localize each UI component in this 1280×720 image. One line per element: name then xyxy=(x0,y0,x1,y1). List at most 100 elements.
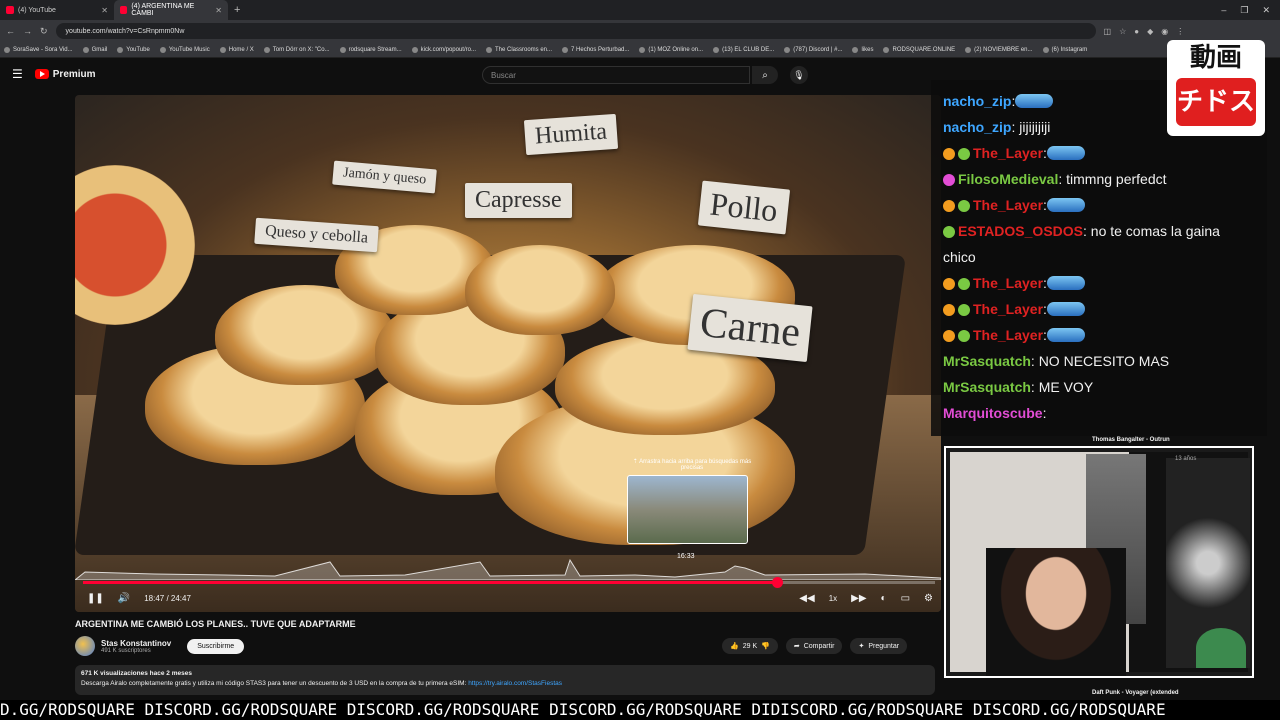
volume-icon[interactable]: 🔊 xyxy=(118,593,130,604)
bookmark-item[interactable]: Home / X xyxy=(219,46,254,53)
extension-icon[interactable]: ◫ xyxy=(1104,27,1112,36)
seek-preview-hint: ⇡ Arrastra hacia arriba para búsquedas m… xyxy=(632,459,752,471)
channel-name[interactable]: Stas Konstantinov xyxy=(101,639,171,648)
progress-bar[interactable] xyxy=(83,577,935,588)
bookmark-favicon-icon xyxy=(263,46,270,53)
description-box[interactable]: 671 K visualizaciones hace 2 meses Desca… xyxy=(75,665,935,695)
new-tab-button[interactable]: + xyxy=(228,4,246,16)
kebab-menu-icon[interactable]: ⋮ xyxy=(1176,27,1184,36)
bookmark-label: YouTube xyxy=(126,46,150,53)
chat-badge-icon xyxy=(958,148,970,160)
star-icon[interactable]: ☆ xyxy=(1119,27,1126,36)
chat-text: : xyxy=(1042,405,1047,421)
bookmark-item[interactable]: RODSQUARE.ONLINE xyxy=(883,46,956,53)
bookmark-item[interactable]: kick.com/popout/ro... xyxy=(411,46,476,53)
autoplay-toggle-icon[interactable]: ◐ xyxy=(881,593,887,604)
bookmark-item[interactable]: (2) NOVIEMBRE en... xyxy=(965,46,1033,53)
youtube-favicon-icon xyxy=(6,6,14,14)
bookmark-label: Home / X xyxy=(228,46,254,53)
browser-tab-bar: (4) YouTube ✕ (4) ARGENTINA ME CAMBI ✕ + –… xyxy=(0,0,1280,20)
chat-badge-icon xyxy=(958,200,970,212)
minimize-button[interactable]: – xyxy=(1221,5,1226,16)
bookmark-favicon-icon xyxy=(1042,46,1049,53)
bookmark-item[interactable]: The Classrooms en... xyxy=(485,46,552,53)
ask-button[interactable]: ✦ Preguntar xyxy=(850,638,908,654)
bookmark-item[interactable]: rodsquare Stream... xyxy=(339,46,402,53)
bookmark-label: (6) Instagram xyxy=(1051,46,1088,53)
bookmark-favicon-icon xyxy=(713,46,720,53)
bookmark-label: (1) MOZ Online on... xyxy=(648,46,704,53)
chat-badge-icon xyxy=(943,226,955,238)
bookmark-favicon-icon xyxy=(965,46,972,53)
bookmark-item[interactable]: (787) Discord | #... xyxy=(784,46,842,53)
subscribe-button[interactable]: Suscribirme xyxy=(187,638,245,654)
bookmark-item[interactable]: SoraSave - Sora Vid... xyxy=(4,46,73,53)
bookmark-item[interactable]: YouTube Music xyxy=(159,46,210,53)
chat-username: nacho_zip xyxy=(943,119,1012,135)
settings-gear-icon[interactable]: ⚙ xyxy=(924,593,933,604)
reload-icon[interactable]: ↻ xyxy=(40,26,48,37)
bookmark-item[interactable]: YouTube xyxy=(117,46,150,53)
share-button[interactable]: ➦ Compartir xyxy=(785,638,843,654)
chat-badge-icon xyxy=(958,304,970,316)
cam-streamer xyxy=(986,548,1126,676)
close-window-button[interactable]: ✕ xyxy=(1262,5,1270,16)
channel-avatar[interactable] xyxy=(75,636,95,656)
bookmark-favicon-icon xyxy=(411,46,418,53)
search-icon[interactable]: ⌕ xyxy=(752,66,778,84)
ghost-age-text: 13 años xyxy=(1175,456,1197,462)
chat-text: : no te comas la gaina xyxy=(1083,223,1220,239)
chat-emote-icon xyxy=(1046,302,1085,316)
description-link[interactable]: https://try.airalo.com/StasFiestas xyxy=(468,680,562,687)
extension-icon[interactable]: ◆ xyxy=(1147,27,1153,36)
video-player[interactable]: Humita Jamón y queso Capresse Pollo Ques… xyxy=(75,95,941,612)
bookmark-item[interactable]: 7 Hechos Perturbad... xyxy=(562,46,629,53)
youtube-logo[interactable]: Premium xyxy=(34,68,96,80)
address-bar-row: ← → ↻ youtube.com/watch?v=CsRnpmm0Nw ◫ ☆… xyxy=(0,20,1280,42)
close-tab-icon[interactable]: ✕ xyxy=(101,6,108,15)
description-body: Descarga Airalo completamente gratis y u… xyxy=(81,680,469,687)
speed-indicator[interactable]: 1x xyxy=(829,594,837,603)
video-actions: 👍 29 K 👎 ➦ Compartir ✦ Preguntar xyxy=(722,638,908,654)
browser-tab-youtube[interactable]: (4) YouTube ✕ xyxy=(0,0,114,20)
label-capresse: Capresse xyxy=(465,183,572,218)
extension-icon[interactable]: ● xyxy=(1134,27,1139,36)
thumbs-down-icon[interactable]: 👎 xyxy=(761,642,770,650)
bookmark-item[interactable]: (6) Instagram xyxy=(1042,46,1088,53)
chat-username: The_Layer xyxy=(973,197,1044,213)
channel-row: Stas Konstantinov 491 K suscriptores Sus… xyxy=(75,636,245,656)
maximize-button[interactable]: ❐ xyxy=(1240,5,1248,16)
logo-label: Premium xyxy=(52,68,96,80)
hamburger-menu-icon[interactable]: ☰ xyxy=(12,67,23,81)
bookmark-label: Gmail xyxy=(91,46,108,53)
back-icon[interactable]: ← xyxy=(6,26,15,36)
chat-text: : timmng perfedct xyxy=(1058,171,1167,187)
bookmark-favicon-icon xyxy=(159,46,166,53)
bookmark-item[interactable]: (13) EL CLUB DE... xyxy=(713,46,774,53)
bookmark-favicon-icon xyxy=(339,46,346,53)
pause-icon[interactable]: ❚❚ xyxy=(87,593,104,604)
time-display: 18:47 / 24:47 xyxy=(144,593,191,603)
bookmark-item[interactable]: Gmail xyxy=(82,46,108,53)
tab-label: (4) ARGENTINA ME CAMBI xyxy=(131,3,195,17)
extensions-area: ◫ ☆ ● ◆ ◉ ⋮ xyxy=(1104,27,1185,36)
bookmark-item[interactable]: Tom Dörr on X: "Co... xyxy=(263,46,330,53)
forward-icon[interactable]: → xyxy=(23,26,32,36)
bookmark-favicon-icon xyxy=(883,46,890,53)
rewind-icon[interactable]: ◀◀ xyxy=(799,593,814,604)
close-tab-icon[interactable]: ✕ xyxy=(215,6,222,15)
bookmark-item[interactable]: (1) MOZ Online on... xyxy=(639,46,704,53)
logo-text-bottom: チドス xyxy=(1176,78,1256,126)
bookmark-label: RODSQUARE.ONLINE xyxy=(892,46,956,53)
url-field[interactable]: youtube.com/watch?v=CsRnpmm0Nw xyxy=(55,23,1096,39)
search-input[interactable]: Buscar xyxy=(482,66,750,84)
bookmark-item[interactable]: likes xyxy=(852,46,873,53)
browser-tab-video[interactable]: (4) ARGENTINA ME CAMBI ✕ xyxy=(114,0,228,20)
like-button[interactable]: 👍 29 K 👎 xyxy=(722,638,778,654)
subtitles-icon[interactable]: ▭ xyxy=(901,593,910,604)
forward-icon[interactable]: ▶▶ xyxy=(851,593,866,604)
chat-username: nacho_zip xyxy=(943,93,1012,109)
tab-label: (4) YouTube xyxy=(18,6,56,14)
profile-icon[interactable]: ◉ xyxy=(1161,27,1168,36)
mic-icon[interactable]: 🎙 xyxy=(790,66,808,84)
